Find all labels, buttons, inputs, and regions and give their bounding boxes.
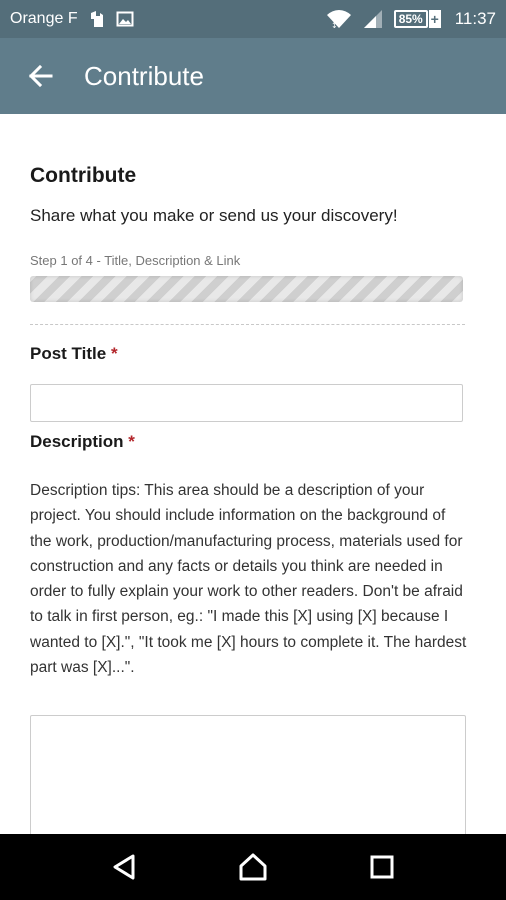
navigation-bar (0, 834, 506, 900)
page-subtitle: Share what you make or send us your disc… (30, 206, 398, 225)
description-label: Description * (30, 432, 135, 452)
wifi-icon: ↕ (326, 9, 352, 29)
recents-icon (370, 855, 394, 879)
required-marker: * (110, 344, 118, 363)
svg-text:↕: ↕ (331, 21, 338, 29)
app-bar: Contribute (0, 38, 506, 114)
home-icon (239, 853, 267, 881)
contribute-form: Contribute Share what you make or send u… (0, 114, 506, 834)
progress-fill (30, 276, 138, 302)
nav-back-button[interactable] (99, 842, 149, 892)
clock: 11:37 (454, 9, 496, 28)
back-button[interactable] (24, 60, 56, 92)
page-title: Contribute (30, 164, 137, 187)
back-triangle-icon (113, 854, 135, 880)
carrier-name: Orange F (10, 10, 78, 27)
step-progress-bar (30, 276, 463, 302)
description-textarea[interactable] (30, 715, 466, 834)
battery-percent: 85% (393, 10, 428, 28)
description-tips: Description tips: This area should be a … (30, 482, 467, 677)
notification-icon (88, 10, 106, 28)
post-title-input[interactable] (30, 384, 463, 422)
nav-home-button[interactable] (228, 842, 278, 892)
status-bar: Orange F ↕ 85% + 11:37 (0, 0, 506, 38)
description-label-text: Description (30, 432, 124, 451)
step-indicator: Step 1 of 4 - Title, Description & Link (30, 253, 241, 268)
nav-recents-button[interactable] (357, 842, 407, 892)
status-right: ↕ 85% + 11:37 (326, 9, 496, 29)
divider (30, 324, 465, 325)
required-marker: * (128, 432, 135, 451)
battery-icon: 85% + (393, 10, 441, 28)
charging-indicator: + (428, 10, 441, 28)
arrow-left-icon (28, 64, 53, 88)
post-title-label: Post Title * (30, 344, 118, 364)
status-left: Orange F (10, 10, 134, 28)
post-title-label-text: Post Title (30, 344, 107, 363)
image-icon (116, 10, 134, 28)
signal-icon (362, 9, 384, 29)
app-bar-title: Contribute (84, 60, 204, 91)
